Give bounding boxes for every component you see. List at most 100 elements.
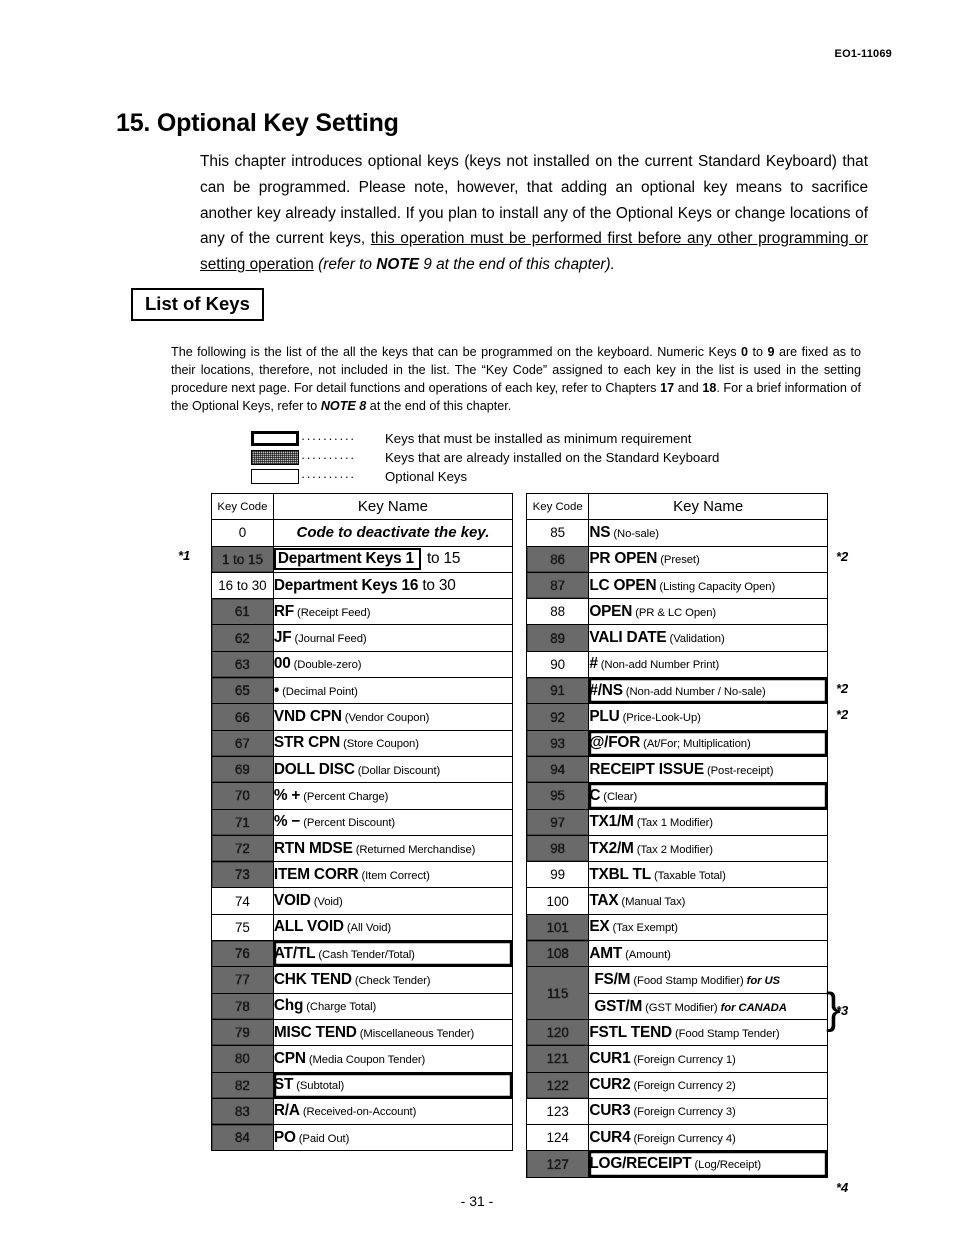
key-name-subrow: GST/M (GST Modifier) for CANADA bbox=[589, 994, 827, 1019]
key-description: (Double-zero) bbox=[290, 659, 362, 672]
table-row: 120 FSTL TEND (Food Stamp Tender) bbox=[525, 1018, 828, 1047]
key-code-cell: 78 bbox=[211, 992, 274, 1020]
key-name: VALI DATE bbox=[589, 629, 667, 647]
key-name: AT/TL bbox=[273, 944, 316, 962]
key-description: (Void) bbox=[310, 896, 343, 909]
key-name: ST bbox=[273, 1076, 294, 1094]
key-name-cell: # (Non-add Number Print) bbox=[588, 650, 828, 679]
table-row: 65 • (Decimal Point) bbox=[211, 677, 514, 705]
key-code-cell: 120 bbox=[525, 1018, 590, 1047]
key-code-cell: 90 bbox=[525, 650, 590, 679]
table-row: 74 VOID (Void) bbox=[211, 887, 514, 915]
key-code-cell: 89 bbox=[525, 624, 590, 652]
key-description: (Manual Tax) bbox=[618, 896, 686, 909]
key-list-table-right: Key Code Key Name 85 NS (No-sale) 86 PR OPE… bbox=[525, 492, 828, 1178]
key-code-cell: 61 bbox=[211, 598, 274, 626]
key-description: (Store Coupon) bbox=[340, 738, 419, 751]
key-description: (Non-add Number / No-sale) bbox=[622, 685, 766, 698]
table-row: 80 CPN (Media Coupon Tender) bbox=[211, 1045, 514, 1073]
table-row: 71% − (Percent Discount) bbox=[211, 808, 514, 836]
list-of-keys-description: The following is the list of the all the… bbox=[171, 343, 861, 416]
key-name-cell: % − (Percent Discount) bbox=[272, 808, 514, 836]
key-name-cell: EX (Tax Exempt) bbox=[588, 913, 828, 942]
key-name-cell: TXBL TL (Taxable Total) bbox=[588, 861, 828, 889]
key-name: TX1/M bbox=[589, 813, 634, 831]
key-description: (Receipt Feed) bbox=[294, 606, 371, 619]
key-name: @/FOR bbox=[589, 734, 641, 752]
key-code-cell: 123 bbox=[525, 1097, 590, 1126]
key-description: (Preset) bbox=[657, 554, 700, 567]
key-description: (Paid Out) bbox=[295, 1132, 350, 1145]
key-name-tail: to 15 bbox=[422, 550, 461, 568]
key-name-cell: % + (Percent Charge) bbox=[272, 782, 514, 810]
key-code-cell: 69 bbox=[211, 755, 274, 784]
key-code-cell: 87 bbox=[525, 571, 590, 600]
key-code-cell: 127 bbox=[525, 1150, 590, 1178]
legend-dots-1: ·········· bbox=[301, 450, 356, 465]
key-name: AMT bbox=[589, 944, 623, 962]
key-name-cell: LC OPEN (Listing Capacity Open) bbox=[588, 571, 828, 600]
key-name-subrow: FS/M (Food Stamp Modifier) for US bbox=[589, 967, 827, 994]
key-code-cell: 115 bbox=[525, 966, 590, 1020]
table-row: 73 ITEM CORR (Item Correct) bbox=[211, 861, 514, 889]
page-number: - 31 - bbox=[460, 1193, 494, 1209]
key-description: (Journal Feed) bbox=[291, 633, 367, 646]
key-description: (Check Tender) bbox=[351, 974, 431, 987]
key-name: NS bbox=[589, 523, 611, 541]
key-name-cell: • (Decimal Point) bbox=[272, 677, 514, 705]
key-code-cell: 108 bbox=[525, 940, 590, 968]
key-code-cell: 79 bbox=[211, 1018, 274, 1047]
key-name-cell: PO (Paid Out) bbox=[272, 1124, 514, 1152]
table-row: 100 TAX (Manual Tax) bbox=[525, 887, 828, 915]
key-name-cell: CUR2 (Foreign Currency 2) bbox=[588, 1071, 828, 1099]
key-description: (Tax 1 Modifier) bbox=[633, 817, 713, 830]
key-description: (Returned Merchandise) bbox=[352, 843, 476, 856]
key-code-cell: 73 bbox=[211, 861, 274, 889]
key-name-cell: C (Clear) bbox=[588, 782, 828, 810]
key-name-cell: @/FOR (At/For; Multiplication) bbox=[588, 729, 828, 757]
key-description: (Item Correct) bbox=[358, 869, 430, 882]
key-description: (Foreign Currency 3) bbox=[630, 1106, 736, 1119]
legend-label-minimum: Keys that must be installed as minimum r… bbox=[385, 431, 692, 446]
key-code-cell: 95 bbox=[525, 782, 590, 810]
key-name: OPEN bbox=[589, 602, 633, 620]
desc-bold-0: 0 bbox=[741, 344, 749, 359]
key-name-cell: TAX (Manual Tax) bbox=[588, 887, 828, 915]
key-name-cell: ITEM CORR (Item Correct) bbox=[272, 861, 514, 889]
table-row: 76 AT/TL (Cash Tender/Total) bbox=[211, 940, 514, 968]
key-description: (PR & LC Open) bbox=[632, 606, 717, 619]
key-code-cell: 16 to 30 bbox=[211, 571, 274, 600]
legend-item-optional: ·········· Optional Keys bbox=[251, 467, 719, 486]
table-row: 94 RECEIPT ISSUE (Post-receipt) bbox=[525, 755, 828, 784]
desc-bold-9: 9 bbox=[767, 344, 775, 359]
table-row: 90 # (Non-add Number Print) bbox=[525, 650, 828, 679]
table-row: 122 CUR2 (Foreign Currency 2) bbox=[525, 1071, 828, 1099]
footnote-marker-1: *1 bbox=[178, 548, 191, 563]
key-name-cell: ST (Subtotal) bbox=[272, 1071, 514, 1099]
table-row: 85 NS (No-sale) bbox=[525, 519, 828, 547]
key-description: (Log/Receipt) bbox=[691, 1159, 762, 1172]
key-code-cell: 66 bbox=[211, 703, 274, 731]
table-row: 115 FS/M (Food Stamp Modifier) for US GST/… bbox=[525, 966, 828, 1020]
desc-part-1: The following is the list of the all the… bbox=[171, 344, 742, 359]
key-code-cell: 84 bbox=[211, 1124, 274, 1152]
table-row: 124 CUR4 (Foreign Currency 4) bbox=[525, 1124, 828, 1152]
key-name: GST/M bbox=[594, 997, 643, 1015]
key-name-cell: #/NS (Non-add Number / No-sale) bbox=[588, 677, 828, 705]
key-description: (Percent Discount) bbox=[300, 817, 396, 830]
key-name-cell: VOID (Void) bbox=[272, 887, 514, 915]
key-code-cell: 82 bbox=[211, 1071, 274, 1099]
document-code: EO1-11069 bbox=[834, 48, 892, 60]
table-row: 108 AMT (Amount) bbox=[525, 940, 828, 968]
key-description: (Foreign Currency 1) bbox=[630, 1053, 736, 1066]
header-key-code: Key Code bbox=[211, 492, 274, 521]
list-of-keys-heading-box: List of Keys bbox=[131, 288, 264, 321]
key-name: VND CPN bbox=[273, 708, 342, 726]
key-name: #/NS bbox=[589, 681, 623, 699]
key-name: C bbox=[589, 786, 601, 804]
key-code-cell: 122 bbox=[525, 1071, 590, 1099]
key-code-cell: 74 bbox=[211, 887, 274, 915]
key-code-cell: 124 bbox=[525, 1124, 590, 1152]
key-description: (Validation) bbox=[666, 633, 725, 646]
key-code-cell: 0 bbox=[211, 519, 274, 547]
